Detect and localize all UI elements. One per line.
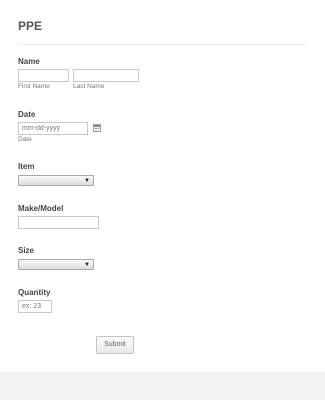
last-name-input[interactable] — [73, 69, 139, 82]
calendar-icon[interactable] — [93, 124, 101, 132]
item-label: Item — [18, 162, 35, 171]
last-name-sublabel: Last Name — [73, 83, 105, 90]
make-model-input[interactable] — [18, 216, 99, 229]
size-label: Size — [18, 246, 35, 255]
make-model-label: Make/Model — [18, 204, 64, 213]
size-select[interactable]: ▼ — [18, 259, 94, 270]
form-title: PPE — [18, 19, 43, 33]
chevron-down-icon: ▼ — [84, 262, 90, 268]
quantity-input[interactable] — [18, 300, 52, 313]
footer-band — [0, 372, 325, 400]
item-select[interactable]: ▼ — [18, 175, 94, 186]
name-label: Name — [18, 57, 40, 66]
chevron-down-icon: ▼ — [84, 178, 90, 184]
first-name-sublabel: First Name — [18, 83, 50, 90]
date-input[interactable] — [18, 122, 88, 135]
title-divider — [18, 44, 307, 45]
date-sublabel: Date — [18, 136, 32, 143]
submit-button[interactable]: Submit — [96, 336, 134, 354]
first-name-input[interactable] — [18, 69, 69, 82]
quantity-label: Quantity — [18, 288, 51, 297]
date-label: Date — [18, 110, 36, 119]
